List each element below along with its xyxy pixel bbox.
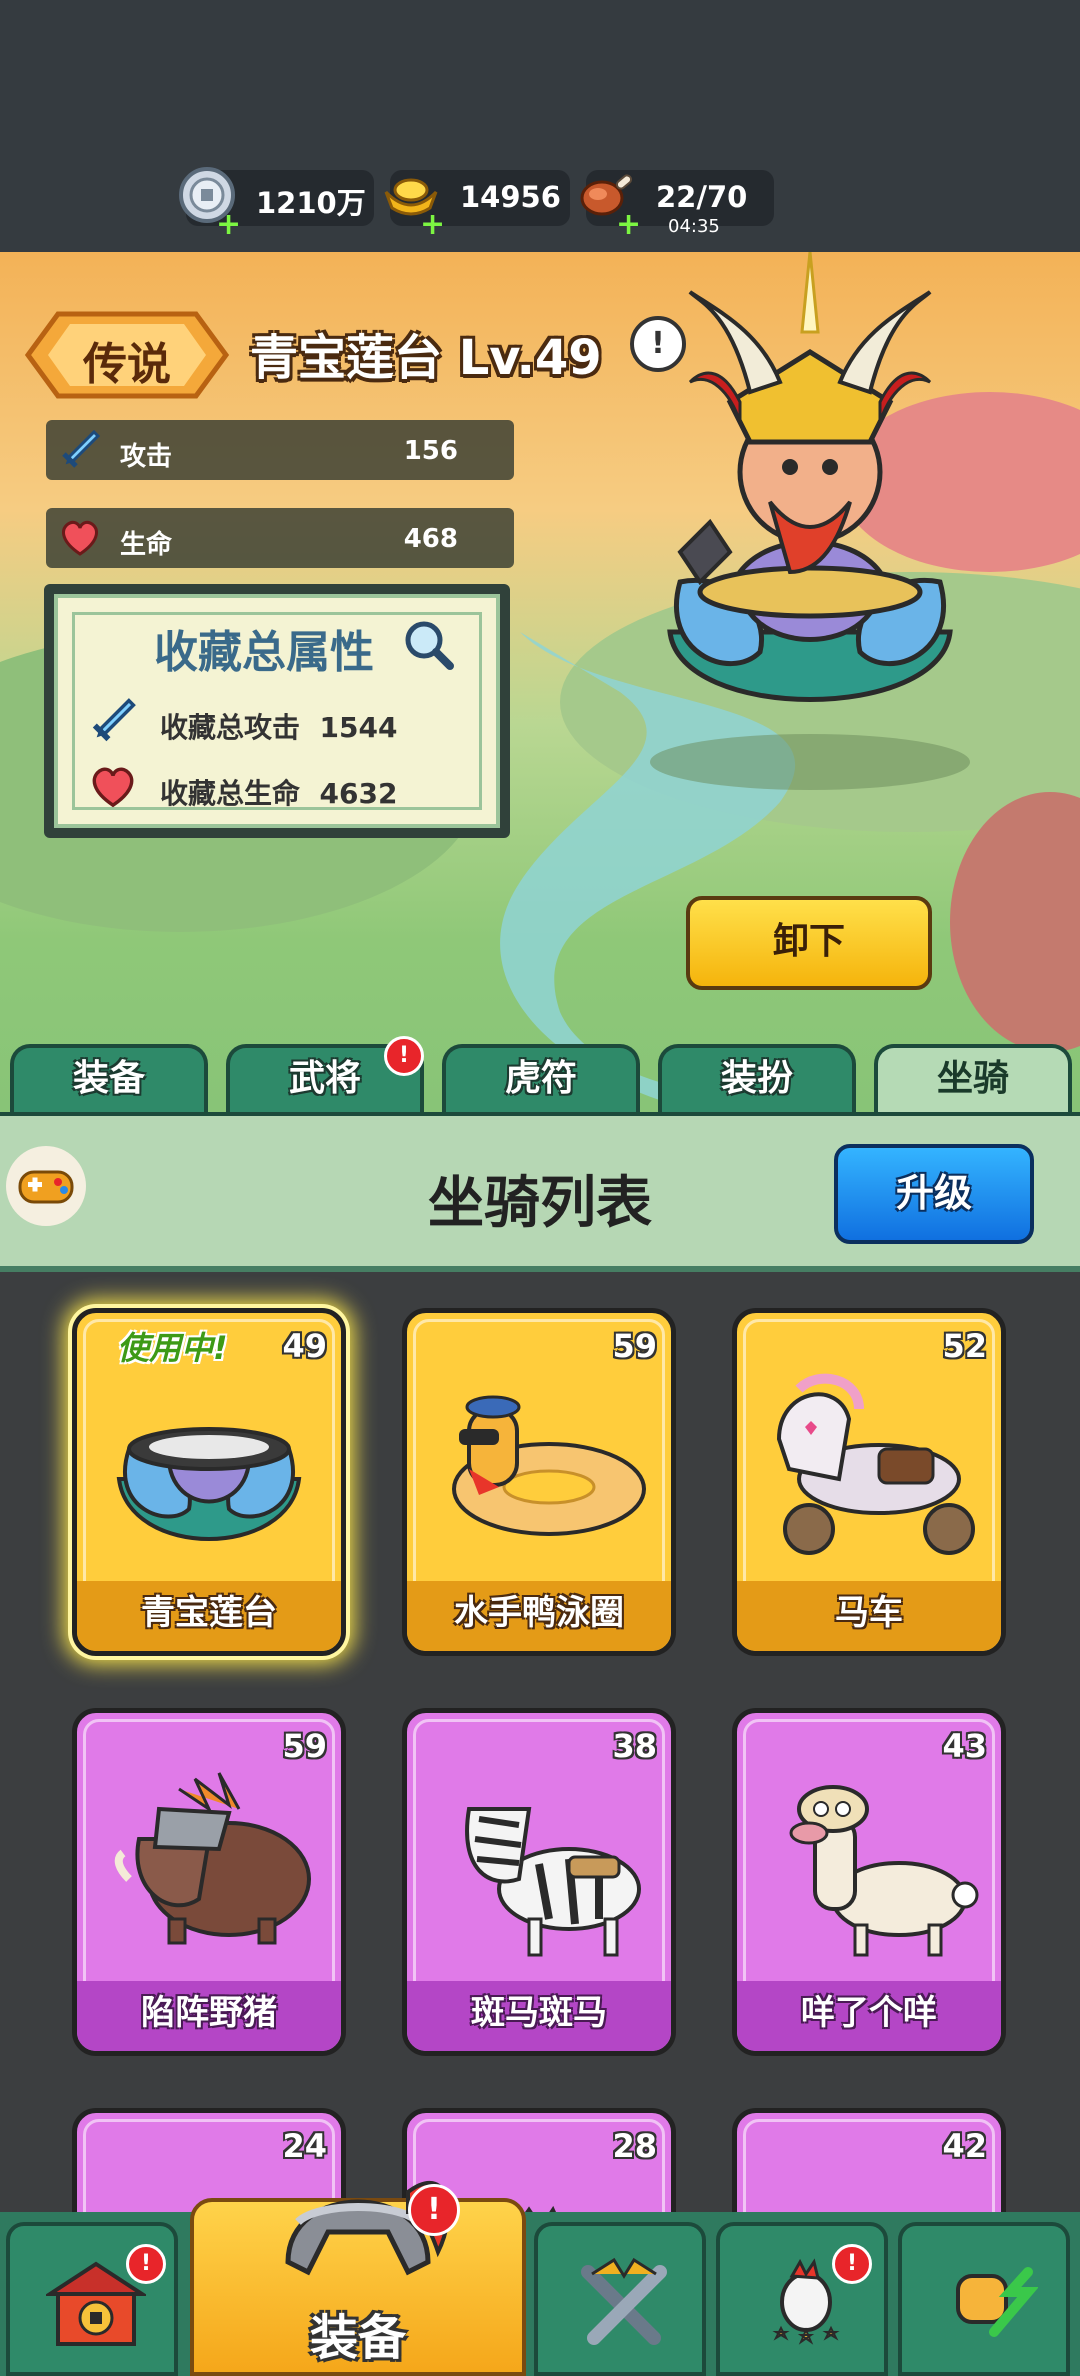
card-level: 52: [942, 1327, 987, 1365]
nav-rooster-button[interactable]: !: [716, 2222, 888, 2376]
nav-upgrade-button[interactable]: [898, 2222, 1070, 2376]
attack-stat: 攻击 156: [46, 420, 514, 480]
stamina-timer: 04:35: [668, 216, 720, 237]
collection-panel[interactable]: 收藏总属性 收藏总攻击 1544 收藏总生命 4632: [44, 584, 510, 838]
mount-showcase: 传说 青宝莲台 Lv.49 ! 攻击 156 生命 468 收藏总属性 收藏总攻…: [0, 252, 1080, 1112]
collection-attack-label: 收藏总攻击: [160, 711, 301, 744]
stamina-value: 22/70: [656, 180, 748, 214]
sword-icon: [92, 698, 136, 742]
gold-resource[interactable]: + 14956: [384, 170, 570, 240]
nav-shop-button[interactable]: !: [6, 2222, 178, 2376]
upgrade-button[interactable]: 升级: [834, 1144, 1034, 1244]
attack-label: 攻击: [120, 442, 173, 472]
equipment-alert-badge: !: [408, 2184, 460, 2236]
rarity-label: 传说: [83, 339, 171, 390]
heart-icon: [92, 767, 134, 808]
card-name: 斑马斑马: [407, 1981, 671, 2051]
card-name: 水手鸭泳圈: [407, 1581, 671, 1651]
card-name: 陷阵野猪: [77, 1981, 341, 2051]
shop-alert-badge: !: [126, 2244, 166, 2284]
bottom-navigation: ! ! 装备 !: [0, 2180, 1080, 2376]
nav-battle-button[interactable]: [534, 2222, 706, 2376]
mount-card[interactable]: 42: [732, 2108, 1006, 2212]
mount-character-art: [650, 252, 970, 790]
gold-value: 14956: [460, 180, 561, 214]
collection-attack-text: 收藏总攻击 1544: [160, 706, 397, 746]
mount-card[interactable]: 38 斑马斑马: [402, 1708, 676, 2056]
zebra-mount-icon: [465, 1807, 641, 1957]
card-level: 59: [282, 1727, 327, 1765]
lotus-mount-icon: [116, 1427, 302, 1541]
card-level: 59: [612, 1327, 657, 1365]
silver-resource[interactable]: + 1210万: [179, 167, 374, 240]
tab-costume[interactable]: 装扮: [658, 1044, 856, 1114]
rocking-horse-icon: [776, 1373, 975, 1555]
hp-stat: 生命 468: [46, 508, 514, 568]
tab-equipment[interactable]: 装备: [10, 1044, 208, 1114]
collection-title: 收藏总属性: [154, 627, 374, 678]
hp-value: 468: [403, 524, 458, 554]
silver-value: 1210万: [256, 186, 366, 220]
mount-grid: 使用中! 49 青宝莲台 59 水手鸭泳圈 52 马车 59 陷阵野猪 38 斑…: [0, 1272, 1080, 2212]
duck-float-icon: [452, 1395, 646, 1536]
owl-mount-icon: [759, 2169, 979, 2212]
mount-card[interactable]: 52 马车: [732, 1308, 1006, 1656]
category-tabs: 装备 武将 ! 虎符 装扮 坐骑: [0, 1036, 1080, 1114]
alpaca-mount-icon: [789, 1785, 979, 1957]
tab-tiger-tally[interactable]: 虎符: [442, 1044, 640, 1114]
card-name: 咩了个咩: [737, 1981, 1001, 2051]
tab-generals-alert-badge: !: [384, 1036, 424, 1076]
rooster-alert-badge: !: [832, 2244, 872, 2284]
add-gold-icon[interactable]: +: [420, 210, 445, 240]
mount-card[interactable]: 59 水手鸭泳圈: [402, 1308, 676, 1656]
collection-hp-label: 收藏总生命: [160, 777, 301, 810]
mount-card[interactable]: 使用中! 49 青宝莲台: [72, 1308, 346, 1656]
collection-attack-value: 1544: [319, 711, 398, 744]
card-name: 青宝莲台: [77, 1581, 341, 1651]
card-level: 43: [942, 1727, 987, 1765]
card-level: 42: [942, 2127, 987, 2165]
stamina-resource[interactable]: + 22/70 04:35: [580, 170, 774, 240]
add-silver-icon[interactable]: +: [216, 210, 241, 240]
mount-card[interactable]: 59 陷阵野猪: [72, 1708, 346, 2056]
card-level: 49: [282, 1327, 327, 1365]
collection-hp-text: 收藏总生命 4632: [160, 772, 397, 812]
in-use-label: 使用中!: [117, 1329, 228, 1367]
add-stamina-icon[interactable]: +: [616, 210, 641, 240]
fist-upgrade-icon: [956, 2267, 1038, 2337]
unequip-button[interactable]: 卸下: [686, 896, 932, 990]
attack-value: 156: [403, 436, 458, 466]
sword-icon: [62, 429, 101, 468]
tab-mount[interactable]: 坐骑: [874, 1044, 1072, 1114]
card-level: 38: [612, 1727, 657, 1765]
nav-equipment-button[interactable]: ! 装备: [190, 2180, 526, 2376]
collection-hp-value: 4632: [319, 777, 398, 810]
card-level: 28: [612, 2127, 657, 2165]
mount-list-header: 坐骑列表 升级: [0, 1112, 1080, 1272]
nav-equipment-label: 装备: [309, 2310, 406, 2366]
mount-title: 青宝莲台 Lv.49: [250, 330, 602, 386]
top-status-bar: + 1210万 + 14956 + 22/70 04:35: [0, 0, 1080, 252]
hp-label: 生命: [120, 530, 173, 560]
rarity-label-wrap: 传说: [18, 308, 236, 402]
boar-mount-icon: [114, 1772, 311, 1945]
heart-icon: [62, 520, 98, 556]
crossed-swords-icon: [581, 2257, 667, 2345]
card-name: 马车: [737, 1581, 1001, 1651]
mount-card[interactable]: 43 咩了个咩: [732, 1708, 1006, 2056]
magnifier-icon[interactable]: [400, 616, 458, 674]
